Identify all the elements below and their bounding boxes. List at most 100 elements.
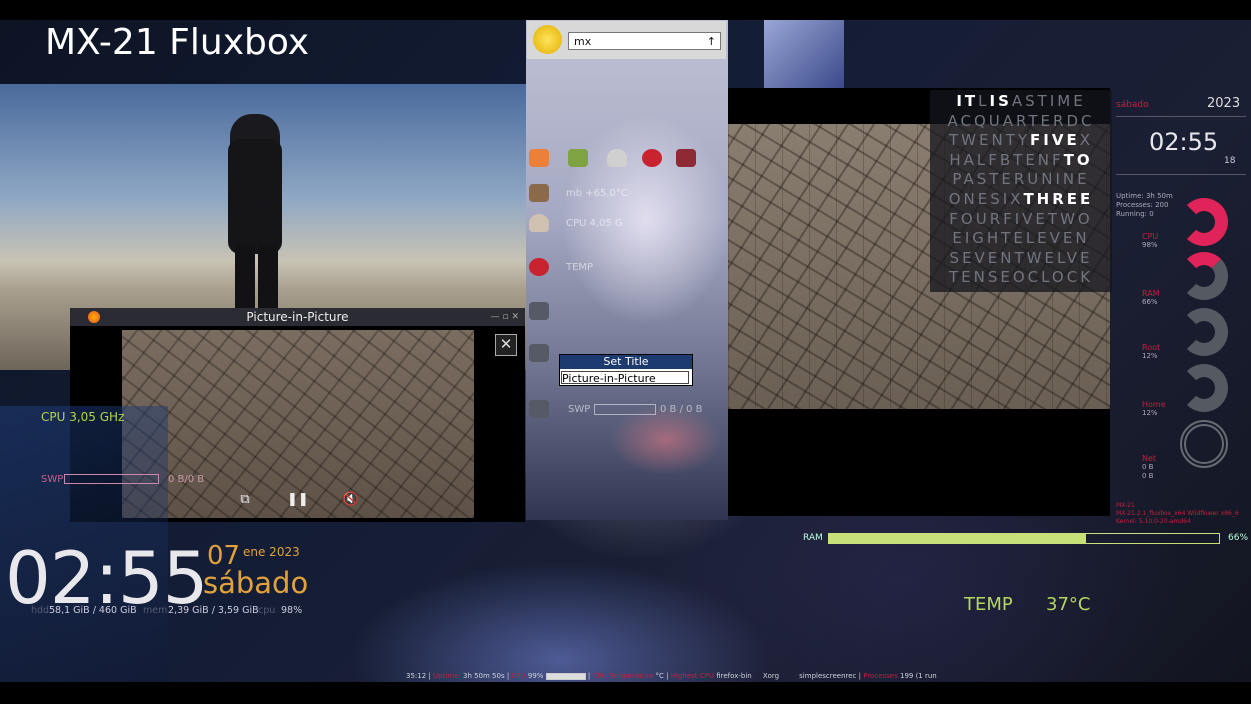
right-conky: sábado 2023 02:55 18 Uptime: 3h 50m Proc… <box>1112 90 1251 525</box>
word-clock-row: ITLISASTIME <box>930 92 1112 112</box>
swp-bar-mid <box>594 404 656 415</box>
word-clock-dim: ASTIME <box>1011 92 1086 110</box>
rc-processes: Processes: 200 <box>1116 201 1169 209</box>
cpu-frequency: CPU 3,05 GHz <box>41 410 125 424</box>
rc-sys-2: MX-21.2.1_fluxbox_x64 Wildflower x86_6 <box>1116 510 1239 517</box>
combo-value: mx <box>574 35 592 48</box>
word-clock-dim: TWENTY <box>949 131 1031 150</box>
rc-day: sábado <box>1116 100 1149 110</box>
set-title-dialog: Set Title Picture-in-Picture <box>559 354 693 386</box>
gauge-ram <box>1180 252 1228 300</box>
tomato-small-icon[interactable] <box>529 258 549 276</box>
rc-gauge-value-1: 66% <box>1142 298 1158 306</box>
figure-body <box>228 139 282 254</box>
swp-value-mid: 0 B / 0 B <box>660 404 703 415</box>
status-line: 35:12 | Uptime: 3h 50m 50s | CPU 99% | C… <box>406 672 937 680</box>
rc-gauge-value-0: 98% <box>1142 241 1158 249</box>
status-temp-label: CPU Temperature <box>592 672 654 680</box>
combo-arrow-icon[interactable]: ↑ <box>707 33 716 51</box>
rocket-small-icon[interactable] <box>529 214 549 232</box>
rc-divider2 <box>1116 174 1246 175</box>
set-title-input[interactable]: Picture-in-Picture <box>561 371 689 385</box>
keyboard-icon[interactable] <box>529 344 549 362</box>
status-cpu-value: 99% <box>527 672 544 680</box>
rc-year: 2023 <box>1207 96 1241 111</box>
tv-icon[interactable] <box>529 149 549 167</box>
word-clock-row: FOURFIVETWO <box>930 210 1112 230</box>
sun-icon[interactable] <box>533 25 562 54</box>
ram-label: RAM <box>803 533 823 543</box>
weekday: sábado <box>203 566 309 600</box>
launcher-combo[interactable]: mx ↑ <box>568 32 721 50</box>
word-clock-dim: ACQUARTERDC <box>947 111 1095 130</box>
temp-label: TEMP <box>566 262 594 273</box>
games-icon[interactable] <box>568 149 588 167</box>
status-highest-value: firefox-bin <box>716 672 752 680</box>
mem-label: mem <box>143 605 168 616</box>
pip-toggle-icon[interactable]: ⧉ <box>235 490 255 510</box>
word-clock-dim: L <box>978 92 990 110</box>
wallpaper-helmet <box>764 20 844 88</box>
rc-time: 02:55 <box>1149 128 1219 156</box>
rc-divider <box>1116 116 1246 117</box>
word-clock-dim: X <box>1079 131 1093 150</box>
swp-bar <box>64 474 159 484</box>
firefox-icon <box>88 311 100 323</box>
status-cpu-label: CPU <box>511 672 526 680</box>
temp-cpu-label: mb +65,0°C <box>566 188 628 199</box>
cpu-value: 98% <box>281 605 303 616</box>
ram-bar <box>828 533 1220 544</box>
tomato-icon[interactable] <box>642 149 662 167</box>
launcher-bar: mx ↑ <box>527 21 726 59</box>
gauge-root <box>1180 308 1228 356</box>
word-clock: ITLISASTIME ACQUARTERDC TWENTYFIVEX HALFBTE… <box>930 90 1112 292</box>
status-temp-value: °C <box>655 672 664 680</box>
rocket-icon[interactable] <box>607 149 627 167</box>
word-clock-dim: EIGHTELEVEN <box>952 229 1090 248</box>
rc-sys-1: MX-21 <box>1116 502 1135 509</box>
rc-gauge-label-4: Net <box>1142 454 1157 463</box>
rc-gauge-label-2: Root <box>1142 343 1161 352</box>
pip-window-controls-icon[interactable]: — ▫ ✕ <box>491 308 519 326</box>
status-screenrec: simplescreenrec <box>799 672 857 680</box>
disk-label: hdd <box>31 605 50 616</box>
pause-icon[interactable]: ❚❚ <box>287 490 309 510</box>
pip-title: Picture-in-Picture <box>246 310 349 324</box>
ram-percent: 66% <box>1228 533 1249 543</box>
set-title-header: Set Title <box>560 355 692 369</box>
chip-icon[interactable] <box>529 400 549 418</box>
word-clock-row: ACQUARTERDC <box>930 112 1112 132</box>
word-clock-row: HALFBTENFTO <box>930 151 1112 171</box>
mute-icon[interactable]: 🔇 <box>341 490 361 510</box>
mem-value: 2,39 GiB / 3,59 GiB <box>168 605 259 616</box>
word-clock-row: EIGHTELEVEN <box>930 229 1112 249</box>
monitor-icon[interactable] <box>676 149 696 167</box>
top-bar <box>0 0 1251 20</box>
status-uptime-value: 3h 50m 50s <box>462 672 505 680</box>
status-cpu-bar <box>545 672 586 680</box>
cpu-label: cpu <box>258 605 276 616</box>
rc-gauge-value2-4: 0 B <box>1142 472 1154 480</box>
swp-value: 0 B/0 B <box>168 474 205 485</box>
month-year: ene 2023 <box>243 545 300 559</box>
pip-close-button[interactable]: ✕ <box>495 334 517 356</box>
swp-label: SWP <box>41 474 64 485</box>
disk-icon[interactable] <box>529 302 549 320</box>
word-clock-row: PASTERUNINE <box>930 170 1112 190</box>
word-clock-dim: FOURFIVETWO <box>949 209 1093 228</box>
cpu-freq-label: CPU 4,05 G <box>566 218 623 229</box>
word-clock-row: ONESIXTHREE <box>930 190 1112 210</box>
rc-gauge-label-0: CPU <box>1142 232 1159 241</box>
rc-gauge-value-4: 0 B <box>1142 463 1154 471</box>
ram-bar-fill <box>829 534 1087 543</box>
word-clock-row: SEVENTWELVE <box>930 249 1112 269</box>
word-clock-lit: IT <box>956 92 979 110</box>
swp-label-mid: SWP <box>568 404 591 415</box>
rc-gauge-value-3: 12% <box>1142 409 1158 417</box>
gauge-cpu <box>1180 198 1228 246</box>
folder-icon[interactable] <box>529 184 549 202</box>
status-proc-value: 199 (1 run <box>899 672 937 680</box>
rc-gauge-label-3: Home <box>1142 400 1166 409</box>
word-clock-dim: TENSEOCLOCK <box>948 268 1094 287</box>
pip-titlebar[interactable]: Picture-in-Picture — ▫ ✕ <box>70 308 525 326</box>
